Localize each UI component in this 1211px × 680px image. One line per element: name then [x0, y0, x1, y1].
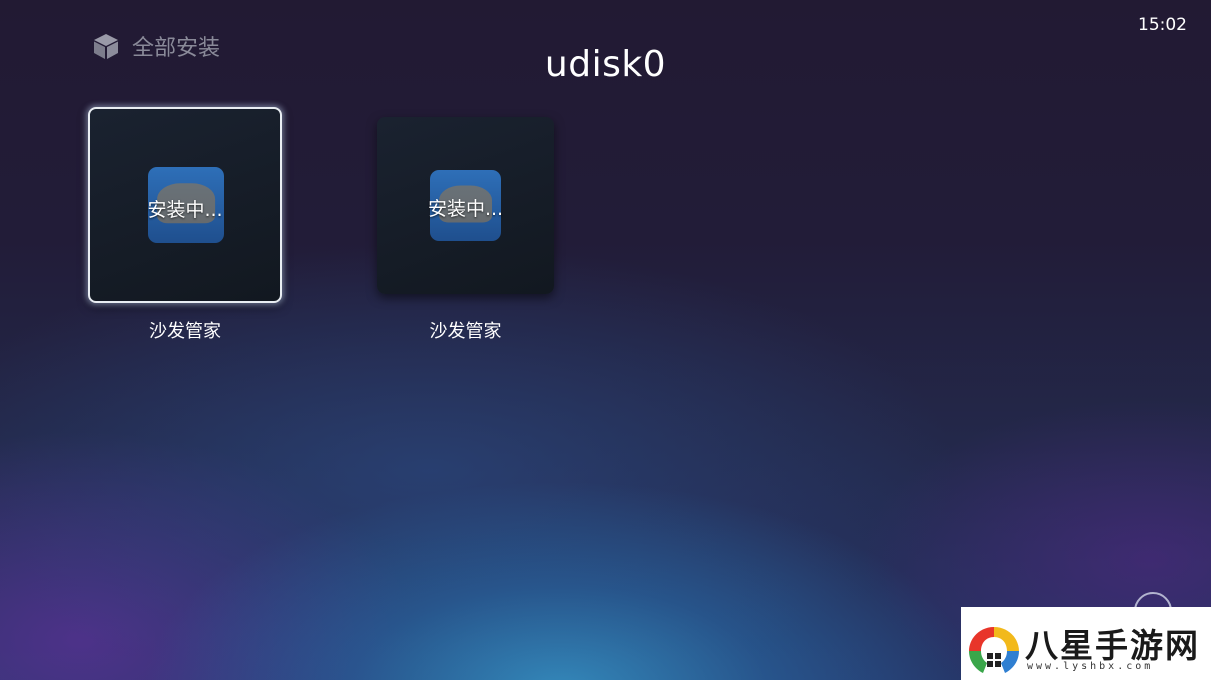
install-status: 安装中...	[427, 198, 504, 220]
app-tile[interactable]: 安装中...	[88, 107, 282, 303]
watermark-text: 八星手游网	[1025, 626, 1200, 665]
app-tile[interactable]: 安装中...	[377, 117, 554, 294]
install-status: 安装中...	[147, 199, 223, 221]
watermark-url: www.lyshbx.com	[1027, 661, 1154, 672]
watermark: 八星手游网 www.lyshbx.com	[961, 607, 1211, 680]
page-title: udisk0	[544, 44, 667, 85]
watermark-logo-icon	[965, 623, 1023, 679]
status-clock: 15:02	[1138, 15, 1187, 35]
app-name: 沙发管家	[149, 321, 221, 342]
app-name: 沙发管家	[429, 321, 502, 342]
